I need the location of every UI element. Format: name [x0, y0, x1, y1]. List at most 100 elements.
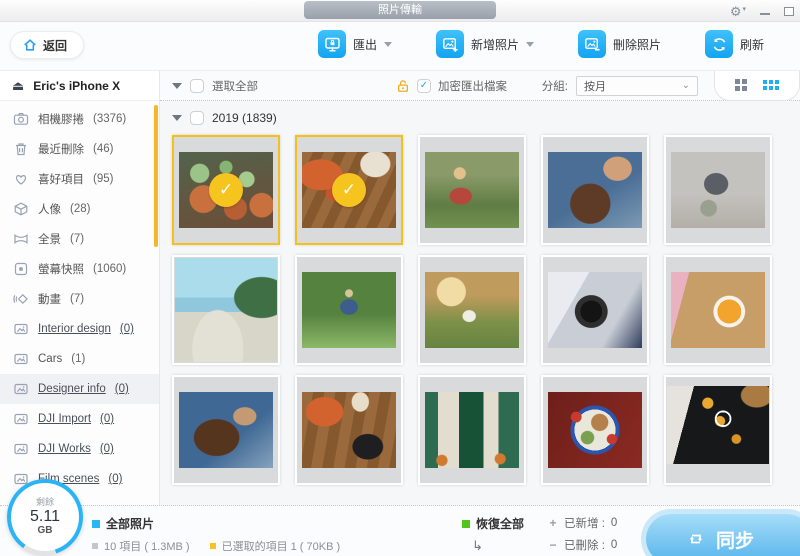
- photo-thumbnail[interactable]: [172, 375, 280, 485]
- animated-icon: [13, 291, 29, 307]
- sidebar-item-panorama[interactable]: 全景 (7): [0, 224, 159, 254]
- select-all-checkbox[interactable]: [190, 79, 204, 93]
- sidebar-item-label: Designer info: [38, 383, 106, 395]
- album-icon: [13, 441, 29, 457]
- group-title: 2019 (1839): [212, 111, 277, 125]
- sidebar-item-cars[interactable]: Cars (1): [0, 344, 159, 374]
- panorama-icon: [13, 231, 29, 247]
- sidebar-item-animated[interactable]: 動畫 (7): [0, 284, 159, 314]
- photo-image: [671, 152, 765, 228]
- sidebar-item-favorites[interactable]: 喜好項目 (95): [0, 164, 159, 194]
- photo-thumbnail[interactable]: [172, 255, 280, 365]
- sidebar-item-dji-works[interactable]: DJI Works (0): [0, 434, 159, 464]
- large-grid-view-button[interactable]: [735, 79, 747, 91]
- app-window: 照片傳輸 ⚙ ▾ 返回: [0, 0, 800, 556]
- storage-unit: GB: [38, 525, 53, 536]
- titlebar: 照片傳輸 ⚙ ▾: [0, 0, 800, 22]
- photo-image: [548, 152, 642, 228]
- storage-label: 剩餘: [36, 498, 54, 508]
- sidebar-item-recently-deleted[interactable]: 最近刪除 (46): [0, 134, 159, 164]
- sidebar-item-count: (95): [93, 173, 113, 185]
- group-collapse-icon[interactable]: [172, 115, 182, 121]
- photo-thumbnail[interactable]: ✓: [172, 135, 280, 245]
- chevron-down-icon: ⌄: [682, 80, 690, 91]
- refresh-button[interactable]: 刷新: [705, 30, 764, 58]
- sync-button[interactable]: 同步: [646, 514, 800, 556]
- collapse-all-icon[interactable]: [172, 83, 182, 89]
- sidebar-item-count: (0): [100, 413, 114, 425]
- minus-icon: −: [548, 538, 558, 552]
- photo-thumbnail[interactable]: [541, 375, 649, 485]
- photo-thumbnail[interactable]: [664, 375, 772, 485]
- sidebar-item-count: (3376): [93, 113, 126, 125]
- sync-label: 同步: [716, 526, 754, 553]
- album-icon: [13, 381, 29, 397]
- status-bar: 全部照片 10 項目 ( 1.3MB ) 已選取的項目 1 ( 70KB ) 恢…: [0, 505, 800, 556]
- maximize-button[interactable]: [784, 7, 794, 16]
- minimize-button[interactable]: [760, 13, 770, 15]
- export-button[interactable]: 匯出: [318, 30, 392, 58]
- sidebar-item-portraits[interactable]: 人像 (28): [0, 194, 159, 224]
- sidebar-item-interior-design[interactable]: Interior design (0): [0, 314, 159, 344]
- sync-icon: [686, 529, 706, 549]
- add-photos-caret-icon: [526, 42, 534, 51]
- camera-roll-icon: [13, 111, 29, 127]
- gear-caret-icon: ▾: [742, 5, 746, 13]
- back-button[interactable]: 返回: [10, 31, 84, 59]
- photo-thumbnail[interactable]: [664, 135, 772, 245]
- photo-thumbnail[interactable]: ✓: [295, 135, 403, 245]
- group-by-value: 按月: [584, 78, 606, 94]
- add-photos-button[interactable]: 新增照片: [436, 30, 534, 58]
- photo-image: [548, 272, 642, 348]
- photo-image: [548, 392, 642, 468]
- photo-image: [302, 272, 396, 348]
- photo-thumbnail[interactable]: [295, 255, 403, 365]
- window-title: 照片傳輸: [304, 1, 496, 19]
- restore-swatch: [462, 520, 470, 528]
- encrypt-checkbox[interactable]: ✓: [417, 79, 431, 93]
- group-checkbox[interactable]: [190, 111, 204, 125]
- sidebar-item-label: DJI Works: [38, 443, 91, 455]
- sidebar-item-label: 喜好項目: [38, 171, 84, 187]
- photo-thumbnail[interactable]: [418, 135, 526, 245]
- eject-icon: ⏏: [12, 78, 24, 94]
- sidebar-item-label: Cars: [38, 353, 62, 365]
- photo-thumbnail[interactable]: [418, 375, 526, 485]
- photo-thumbnail[interactable]: [295, 375, 403, 485]
- refresh-icon: [705, 30, 733, 58]
- album-icon: [13, 411, 29, 427]
- sidebar-item-designer-info[interactable]: Designer info (0): [0, 374, 159, 404]
- delete-photos-icon: [578, 30, 606, 58]
- device-header[interactable]: ⏏ Eric's iPhone X: [0, 71, 159, 101]
- album-icon: [13, 321, 29, 337]
- sidebar-item-count: (1060): [93, 263, 126, 275]
- sidebar-item-count: (7): [70, 293, 84, 305]
- add-photos-label: 新增照片: [471, 36, 519, 53]
- lock-icon: [396, 79, 410, 93]
- home-icon: [23, 38, 37, 52]
- group-by-dropdown[interactable]: 按月 ⌄: [576, 76, 698, 96]
- sidebar-item-label: 相機膠捲: [38, 111, 84, 127]
- deleted-value: 0: [611, 539, 617, 551]
- delete-photos-button[interactable]: 刪除照片: [578, 30, 661, 58]
- sidebar-item-dji-import[interactable]: DJI Import (0): [0, 404, 159, 434]
- small-grid-view-button[interactable]: [763, 80, 779, 90]
- sidebar-item-label: 最近刪除: [38, 141, 84, 157]
- sidebar-item-count: (0): [120, 323, 134, 335]
- sidebar-item-camera-roll[interactable]: 相機膠捲 (3376): [0, 104, 159, 134]
- sidebar-item-count: (7): [70, 233, 84, 245]
- photo-thumbnail[interactable]: [541, 135, 649, 245]
- settings-button[interactable]: ⚙ ▾: [730, 5, 746, 18]
- photo-image: [667, 386, 769, 464]
- photo-thumbnail[interactable]: [664, 255, 772, 365]
- export-icon: [318, 30, 346, 58]
- photo-thumbnail[interactable]: [541, 255, 649, 365]
- photo-thumbnail[interactable]: [418, 255, 526, 365]
- sidebar-item-count: (28): [70, 203, 90, 215]
- export-caret-icon: [384, 42, 392, 51]
- added-label: 已新增 :: [564, 515, 605, 531]
- sidebar-scrollbar[interactable]: [154, 105, 158, 247]
- added-value: 0: [611, 517, 617, 529]
- export-label: 匯出: [353, 36, 377, 53]
- sidebar-item-screenshots[interactable]: 螢幕快照 (1060): [0, 254, 159, 284]
